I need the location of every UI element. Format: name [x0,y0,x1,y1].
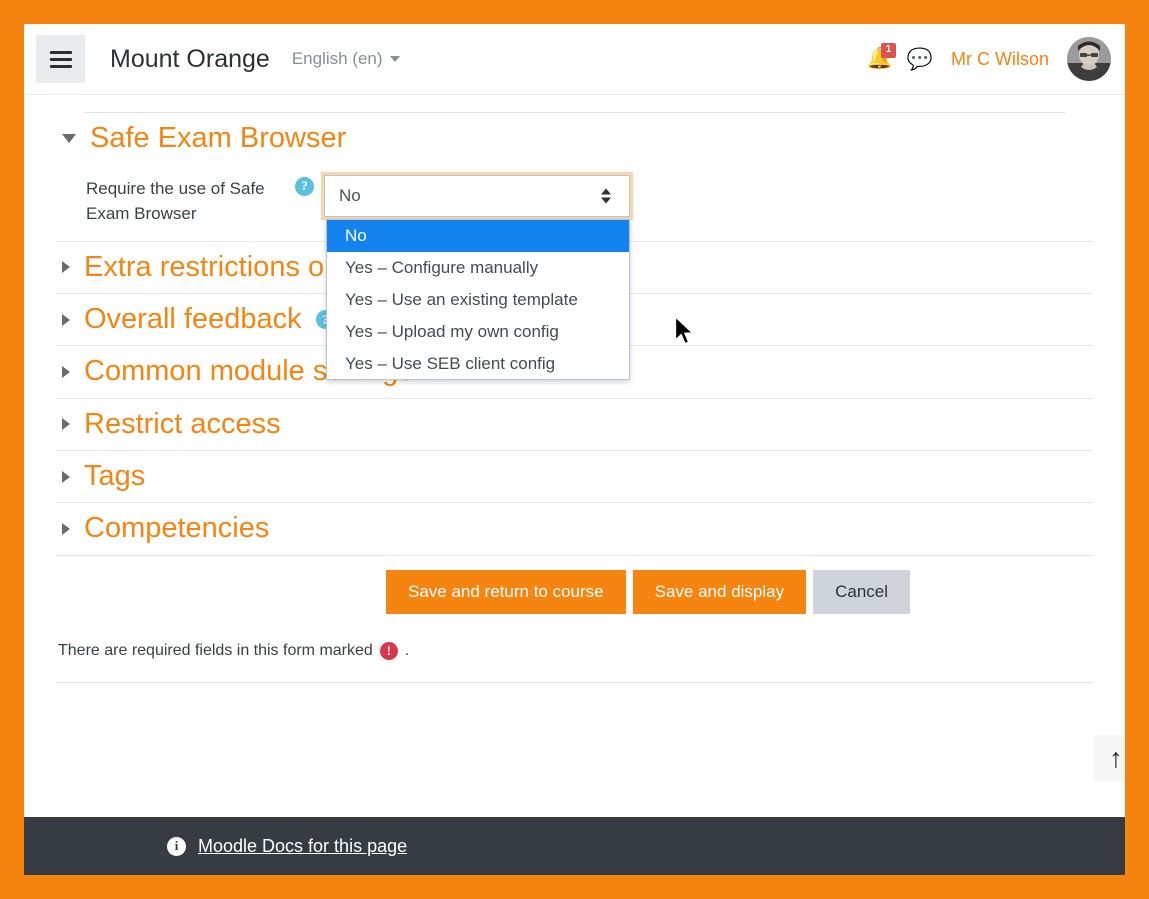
speech-bubble-icon[interactable]: 💬 [907,49,933,70]
header-actions: 🔔 1 💬 Mr C Wilson [867,37,1125,81]
language-menu[interactable]: English (en) [292,49,400,69]
arrow-up-icon[interactable]: ↑ [1093,735,1125,781]
seb-select-value: No [339,186,361,206]
language-label: English (en) [292,49,383,69]
cancel-button[interactable]: Cancel [813,570,910,614]
select-option[interactable]: Yes – Upload my own config [327,316,629,348]
site-footer: i Moodle Docs for this page [24,817,1125,875]
section-restrict-access: Restrict access [52,399,1097,450]
section-title: Safe Exam Browser [90,122,346,155]
chevron-down-icon [390,56,400,62]
user-avatar[interactable] [1067,37,1111,81]
moodle-page: Mount Orange English (en) 🔔 1 💬 Mr C Wil… [24,24,1125,875]
exclamation-circle-icon: ! [380,642,398,660]
triangle-right-icon[interactable] [62,314,70,326]
hamburger-bar [50,65,72,68]
section-title: Competencies [84,512,269,545]
select-updown-icon [601,189,611,204]
section-competencies-header[interactable]: Competencies [52,503,1097,554]
field-require-seb: Require the use of Safe Exam Browser ? N… [52,164,1097,240]
triangle-right-icon[interactable] [62,418,70,430]
seb-select[interactable]: No [324,175,630,217]
section-safe-exam-browser-header[interactable]: Safe Exam Browser [52,113,1097,164]
triangle-right-icon[interactable] [62,366,70,378]
required-fields-note: There are required fields in this form m… [52,626,1097,660]
field-label-text: Require the use of Safe Exam Browser [86,177,286,226]
section-competencies: Competencies [52,503,1097,554]
hamburger-bar [50,58,72,61]
bell-icon[interactable]: 🔔 1 [867,45,889,73]
form-actions: Save and return to course Save and displ… [52,556,1097,626]
seb-select-wrapper: No No Yes – Configure manually Yes – Use… [324,175,630,217]
info-circle-icon: i [167,837,186,856]
select-option[interactable]: Yes – Use SEB client config [327,348,629,380]
triangle-down-icon[interactable] [62,134,76,143]
section-tags: Tags [52,451,1097,502]
notification-count-badge: 1 [881,43,896,58]
section-title: Restrict access [84,408,281,441]
select-option[interactable]: No [327,220,629,252]
triangle-right-icon[interactable] [62,523,70,535]
select-option[interactable]: Yes – Configure manually [327,252,629,284]
content-bottom-divider [56,682,1093,683]
required-note-text: There are required fields in this form m… [58,642,373,660]
site-header: Mount Orange English (en) 🔔 1 💬 Mr C Wil… [24,24,1125,95]
section-safe-exam-browser: Safe Exam Browser Require the use of Saf… [52,113,1097,241]
save-and-display-button[interactable]: Save and display [633,570,806,614]
section-title: Overall feedback [84,303,302,336]
required-note-suffix: . [405,642,409,660]
select-option[interactable]: Yes – Use an existing template [327,284,629,316]
triangle-right-icon[interactable] [62,471,70,483]
form-content: Safe Exam Browser Require the use of Saf… [24,95,1125,817]
seb-select-dropdown[interactable]: No Yes – Configure manually Yes – Use an… [326,219,630,380]
section-tags-header[interactable]: Tags [52,451,1097,502]
section-title: Tags [84,460,145,493]
hamburger-icon[interactable] [36,35,85,83]
save-and-return-button[interactable]: Save and return to course [386,570,626,614]
field-label: Require the use of Safe Exam Browser ? [52,175,314,226]
section-restrict-access-header[interactable]: Restrict access [52,399,1097,450]
site-name[interactable]: Mount Orange [110,45,270,74]
moodle-docs-link[interactable]: Moodle Docs for this page [198,836,407,857]
hamburger-bar [50,51,72,54]
user-name[interactable]: Mr C Wilson [951,49,1049,70]
triangle-right-icon[interactable] [62,261,70,273]
help-circle-icon[interactable]: ? [295,177,314,196]
